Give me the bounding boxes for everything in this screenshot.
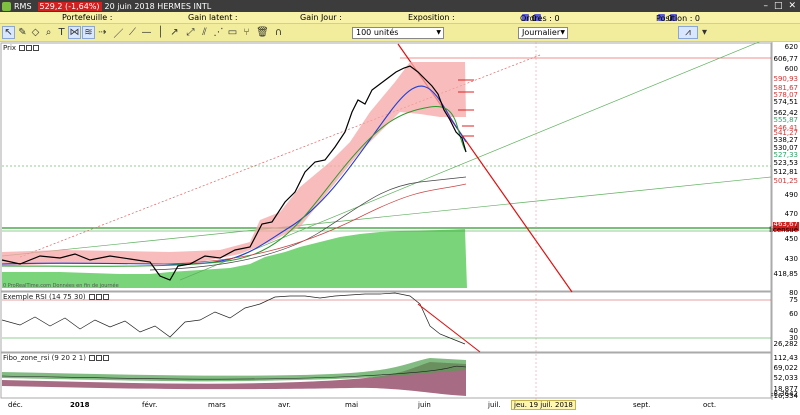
pencil-tool-icon[interactable]: ✎ — [16, 26, 29, 39]
maximize-icon[interactable]: □ — [774, 1, 783, 11]
data-source-note: 0 ProRealTime.com Données en fin de jour… — [3, 283, 119, 289]
plus-icon — [102, 294, 109, 300]
rsi-pane-frame — [0, 291, 772, 353]
settings-icon — [19, 45, 26, 51]
time-axis-tick: juil. — [488, 401, 501, 409]
time-axis-tick: févr. — [142, 401, 158, 409]
close-icon[interactable]: ✕ — [788, 1, 796, 11]
hline-tool-icon[interactable]: — — [140, 26, 153, 39]
price-axis-tick: 512,81 — [773, 168, 799, 176]
close-icon — [95, 294, 102, 300]
time-axis-tick: 2018 — [70, 401, 90, 409]
position-label: Position : 0 0 — [656, 14, 701, 23]
plus-icon — [103, 355, 109, 361]
line-tool-icon[interactable]: ／ — [112, 26, 125, 40]
price-axis-tick: 501,25 — [773, 177, 799, 185]
plus-icon — [33, 45, 40, 51]
ray-tool-icon[interactable]: ⟋ — [126, 26, 139, 39]
price-axis-tick: 555,87 — [773, 116, 799, 124]
app-logo-icon — [2, 1, 11, 11]
price-axis-tick: 527,33 — [773, 151, 799, 159]
price-axis-tick: 450 — [784, 235, 798, 243]
gann-tool-icon[interactable]: ⋰ — [212, 26, 225, 39]
rsi-axis-tick: 60 — [789, 310, 798, 318]
price-axis-tick: 606,77 — [773, 55, 799, 63]
rect-tool-icon[interactable]: ▭ — [226, 26, 239, 39]
fibo-tool-icon[interactable]: ≋ — [82, 26, 95, 39]
pitchfork-tool-icon[interactable]: ⑂ — [240, 26, 253, 39]
price-axis-tick: 600 — [784, 65, 798, 73]
minimize-icon[interactable]: – — [763, 1, 768, 11]
text-tool-icon[interactable]: T — [55, 26, 68, 39]
rsi-axis-tick: 75 — [789, 296, 798, 304]
window-title: 20 juin 2018 HERMES INTL — [104, 1, 212, 11]
orders-label: Ordres : 0 0 — [520, 14, 560, 23]
trash-icon[interactable]: 🗑 — [256, 26, 269, 39]
fibo-axis-tick: 112,43 — [773, 354, 799, 362]
arrow-tool-icon[interactable]: ↗ — [168, 26, 181, 39]
rsi-trend-line — [417, 303, 481, 353]
price-axis-tick: 430 — [784, 255, 798, 263]
time-axis-tick: mai — [345, 401, 359, 409]
app-name: RMS — [14, 1, 32, 11]
price-change-badge: 529,2 (-1,64%) — [37, 1, 102, 11]
price-axis-tick: 574,51 — [773, 98, 799, 106]
price-pane-label: Prix — [3, 44, 40, 52]
exposure-label: Exposition : — [408, 13, 455, 22]
fibo-axis-tick: 52,033 — [773, 374, 799, 382]
chevron-down-icon: ▼ — [436, 29, 441, 36]
period-select[interactable]: Journalier ▼ — [518, 27, 568, 39]
fibo-pane-label: Fibo_zone_rsi (9 20 2 1) — [3, 354, 110, 362]
time-axis-tick: avr. — [278, 401, 291, 409]
cursor-tool-icon[interactable]: ↖ — [2, 26, 15, 39]
close-icon — [26, 45, 33, 51]
unrealized-gain-label: Gain latent : — [188, 13, 238, 22]
price-axis-tick: 470 — [784, 210, 798, 218]
vline-tool-icon[interactable]: │ — [154, 26, 167, 39]
title-bar: RMS 529,2 (-1,64%) 20 juin 2018 HERMES I… — [0, 0, 800, 12]
chart-area[interactable]: Prix 0 ProRealTime.com Données en fin de… — [0, 42, 800, 415]
daily-gain-label: Gain Jour : — [300, 13, 342, 22]
chart-type-dropdown-icon[interactable]: ▾ — [698, 26, 711, 39]
price-axis-tick: 538,27 — [773, 136, 799, 144]
price-axis-tick: 418,85 — [773, 270, 799, 278]
settings-icon — [88, 294, 95, 300]
trend-line-green-high — [179, 42, 760, 281]
time-axis-tick: juin — [418, 401, 431, 409]
chart-tool-icon[interactable]: ⋈ — [68, 26, 81, 39]
time-axis-tick: sept. — [633, 401, 651, 409]
price-axis-tick: 523,53 — [773, 159, 799, 167]
magnet-icon[interactable]: ∩ — [272, 26, 285, 39]
drawing-toolbar: ↖ ✎ ◇ ⌕ T ⋈ ≋ ⇢ ／ ⟋ — │ ↗ ⤢ ⫽ ⋰ ▭ ⑂ 🗑 ∩ … — [0, 24, 800, 42]
cursor-date-label: jeu. 19 juil. 2018 — [511, 400, 576, 410]
eraser-tool-icon[interactable]: ◇ — [29, 26, 42, 39]
fibo-axis-tick: -8,3642 — [770, 390, 798, 398]
time-axis-tick: oct. — [703, 401, 717, 409]
portfolio-label: Portefeuille : — [62, 13, 113, 22]
channel-tool-icon[interactable]: ⇢ — [96, 26, 109, 39]
settings-icon — [89, 355, 95, 361]
zoom-tool-icon[interactable]: ⌕ — [42, 26, 55, 39]
close-icon — [96, 355, 102, 361]
time-axis-tick: déc. — [8, 401, 23, 409]
trend-tool-icon[interactable]: ⤢ — [184, 26, 197, 39]
fibo-axis-tick: 69,022 — [773, 364, 799, 372]
fan-tool-icon[interactable]: ⫽ — [198, 26, 211, 39]
rsi-pane-label: Exemple RSI (14 75 30) — [3, 293, 110, 301]
account-info-bar: Portefeuille : Gain latent : Gain Jour :… — [0, 12, 800, 24]
chevron-down-icon: ▼ — [560, 29, 565, 36]
price-axis-tick: licensué — [769, 226, 798, 234]
rsi-axis-tick: 26,282 — [773, 340, 799, 348]
chart-canvas — [0, 42, 799, 400]
units-select[interactable]: 100 unités ▼ — [352, 27, 444, 39]
time-axis-tick: mars — [208, 401, 226, 409]
chart-type-icon[interactable]: ⩘ — [678, 26, 698, 39]
price-axis-tick: 620 — [784, 43, 798, 51]
price-axis-tick: 590,93 — [773, 75, 799, 83]
price-axis-tick: 490 — [784, 191, 798, 199]
